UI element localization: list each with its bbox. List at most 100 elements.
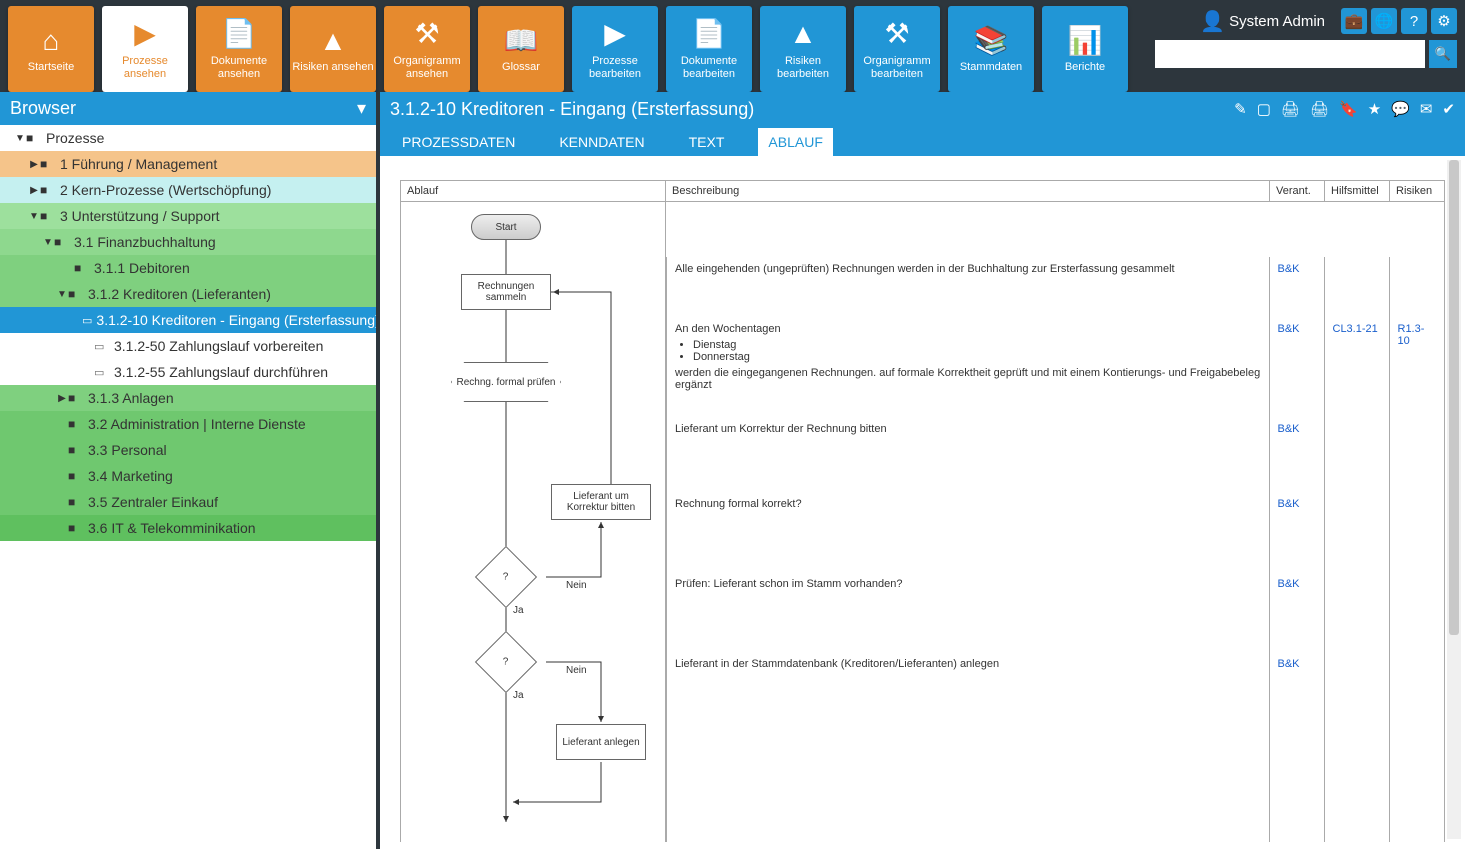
flow-decision-2: ? <box>475 631 537 693</box>
tree-item[interactable]: ▶■3.1.3 Anlagen <box>0 385 376 411</box>
row-5-verant[interactable]: B&K <box>1278 578 1300 590</box>
top-toolbar: ⌂Startseite ▶Prozesse ansehen 📄Dokumente… <box>0 0 1465 92</box>
tag-icon: ▶ <box>134 17 156 51</box>
browser-panel: Browser ▾ ▼■Prozesse▶■1 Führung / Manage… <box>0 92 380 849</box>
tree-item-label: 2 Kern-Prozesse (Wertschöpfung) <box>60 182 271 198</box>
tree-item[interactable]: ▼■3.1 Finanzbuchhaltung <box>0 229 376 255</box>
row-3-desc: Lieferant um Korrektur der Rechnung bitt… <box>667 417 1270 492</box>
nav-dokumente-ansehen[interactable]: 📄Dokumente ansehen <box>196 6 282 92</box>
tab-text[interactable]: TEXT <box>679 128 735 156</box>
tree-item-label: Prozesse <box>46 130 104 146</box>
tree-item[interactable]: ▭3.1.2-50 Zahlungslauf vorbereiten <box>0 333 376 359</box>
folder-icon: ■ <box>68 391 84 405</box>
fullscreen-icon[interactable]: ▢ <box>1257 100 1271 118</box>
tab-ablauf[interactable]: ABLAUF <box>758 128 832 156</box>
tree-item[interactable]: ■3.3 Personal <box>0 437 376 463</box>
row-6-verant[interactable]: B&K <box>1278 658 1300 670</box>
check-icon[interactable]: ✔ <box>1442 100 1455 118</box>
col-beschreibung: Beschreibung <box>666 181 1270 202</box>
org-icon: ⚒ <box>414 17 439 51</box>
tree-item-label: 3.3 Personal <box>88 442 167 458</box>
tree-item[interactable]: ▶■1 Führung / Management <box>0 151 376 177</box>
nav-risiken-ansehen[interactable]: ▲Risiken ansehen <box>290 6 376 92</box>
mail-icon[interactable]: ✉ <box>1420 100 1433 118</box>
settings-button[interactable]: ⚙ <box>1431 8 1457 34</box>
print-icon[interactable]: 🖨 <box>1281 100 1300 118</box>
filter-icon[interactable]: ▾ <box>357 98 366 119</box>
label-ja-1: Ja <box>513 605 524 616</box>
tree-item[interactable]: ▼■3.1.2 Kreditoren (Lieferanten) <box>0 281 376 307</box>
tree-item[interactable]: ■3.4 Marketing <box>0 463 376 489</box>
page-icon: ▭ <box>94 366 110 379</box>
tree-item-label: 1 Führung / Management <box>60 156 217 172</box>
tree-item-label: 3.1 Finanzbuchhaltung <box>74 234 216 250</box>
tree-item-label: 3.1.1 Debitoren <box>94 260 190 276</box>
label-ja-2: Ja <box>513 690 524 701</box>
row-4-desc: Rechnung formal korrekt? <box>667 492 1270 572</box>
nav-organigramm-ansehen[interactable]: ⚒Organigramm ansehen <box>384 6 470 92</box>
col-ablauf: Ablauf <box>401 181 666 202</box>
nav-risiken-bearbeiten[interactable]: ▲Risiken bearbeiten <box>760 6 846 92</box>
content-panel: 3.1.2-10 Kreditoren - Eingang (Ersterfas… <box>380 92 1465 849</box>
star-icon[interactable]: ★ <box>1368 100 1381 118</box>
warning-edit-icon: ▲ <box>789 17 817 51</box>
tree-item-label: 3.5 Zentraler Einkauf <box>88 494 218 510</box>
tree-item[interactable]: ■3.2 Administration | Interne Dienste <box>0 411 376 437</box>
tree-item[interactable]: ▭ 3.1.2-55 Zahlungslauf durchführen <box>0 359 376 385</box>
row-2-verant[interactable]: B&K <box>1278 323 1300 335</box>
edit-icon[interactable]: ✎ <box>1234 100 1247 118</box>
row-5-desc: Prüfen: Lieferant schon im Stamm vorhand… <box>667 572 1270 652</box>
org-edit-icon: ⚒ <box>884 17 909 51</box>
tab-prozessdaten[interactable]: PROZESSDATEN <box>392 128 525 156</box>
tree-item-label: 3.1.2-55 Zahlungslauf durchführen <box>114 364 328 380</box>
nav-glossar[interactable]: 📖Glossar <box>478 6 564 92</box>
folder-icon: ■ <box>68 417 84 431</box>
row-4-verant[interactable]: B&K <box>1278 498 1300 510</box>
flow-formal-pruefen: Rechng. formal prüfen <box>451 362 561 402</box>
tree-item-label: 3 Unterstützung / Support <box>60 208 220 224</box>
flow-rechnungen-sammeln: Rechnungen sammeln <box>461 274 551 310</box>
row-3-verant[interactable]: B&K <box>1278 423 1300 435</box>
nav-prozesse-ansehen[interactable]: ▶Prozesse ansehen <box>102 6 188 92</box>
nav-dokumente-bearbeiten[interactable]: 📄Dokumente bearbeiten <box>666 6 752 92</box>
search-input[interactable] <box>1155 40 1425 68</box>
row-1-desc: Alle eingehenden (ungeprüften) Rechnunge… <box>667 257 1270 317</box>
folder-icon: ■ <box>26 131 42 145</box>
tree: ▼■Prozesse▶■1 Führung / Management▶■2 Ke… <box>0 125 376 849</box>
tag-edit-icon: ▶ <box>604 17 626 51</box>
nav-prozesse-bearbeiten[interactable]: ▶Prozesse bearbeiten <box>572 6 658 92</box>
briefcase-button[interactable]: 💼 <box>1341 8 1367 34</box>
flow-korrektur-bitten: Lieferant um Korrektur bitten <box>551 484 651 520</box>
tree-item[interactable]: ▼■3 Unterstützung / Support <box>0 203 376 229</box>
nav-organigramm-bearbeiten[interactable]: ⚒Organigramm bearbeiten <box>854 6 940 92</box>
nav-stammdaten[interactable]: 📚Stammdaten <box>948 6 1034 92</box>
globe-button[interactable]: 🌐 <box>1371 8 1397 34</box>
tree-item[interactable]: ■3.5 Zentraler Einkauf <box>0 489 376 515</box>
scrollbar[interactable] <box>1447 160 1461 839</box>
label-nein-2: Nein <box>566 665 587 676</box>
diagram-area: Ablauf Beschreibung Verant. Hilfsmittel … <box>380 156 1465 849</box>
tree-item-label: 3.1.3 Anlagen <box>88 390 174 406</box>
flow-start: Start <box>471 214 541 240</box>
label-nein-1: Nein <box>566 580 587 591</box>
row-2-hilfs[interactable]: CL3.1-21 <box>1333 323 1378 335</box>
tree-item[interactable]: ▭3.1.2-10 Kreditoren - Eingang (Ersterfa… <box>0 307 376 333</box>
comment-icon[interactable]: 💬 <box>1391 100 1410 118</box>
tree-item-label: 3.4 Marketing <box>88 468 173 484</box>
row-2-risk[interactable]: R1.3-10 <box>1398 323 1425 347</box>
row-6-desc: Lieferant in der Stammdatenbank (Kredito… <box>667 652 1270 842</box>
tree-item[interactable]: ▶■2 Kern-Prozesse (Wertschöpfung) <box>0 177 376 203</box>
search-button[interactable]: 🔍 <box>1429 40 1457 68</box>
nav-startseite[interactable]: ⌂Startseite <box>8 6 94 92</box>
folder-icon: ■ <box>40 209 56 223</box>
tab-kenndaten[interactable]: KENNDATEN <box>549 128 654 156</box>
nav-berichte[interactable]: 📊Berichte <box>1042 6 1128 92</box>
row-1-verant[interactable]: B&K <box>1278 263 1300 275</box>
tree-item[interactable]: ▼■Prozesse <box>0 125 376 151</box>
tree-item[interactable]: ■3.6 IT & Telekomminikation <box>0 515 376 541</box>
bookmark-icon[interactable]: 🔖 <box>1339 100 1358 118</box>
help-button[interactable]: ? <box>1401 8 1427 34</box>
print-all-icon[interactable]: 🖨 <box>1310 100 1329 118</box>
tree-item[interactable]: ■3.1.1 Debitoren <box>0 255 376 281</box>
tree-item-label: 3.1.2-10 Kreditoren - Eingang (Ersterfas… <box>96 312 376 328</box>
